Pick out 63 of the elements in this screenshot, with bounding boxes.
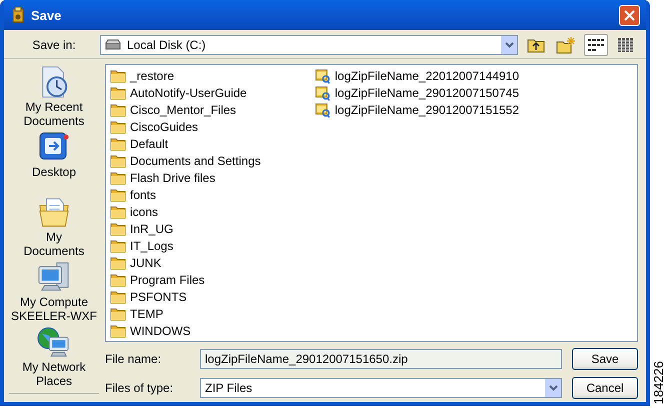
folder-name[interactable]: IT_Logs	[129, 238, 174, 252]
app-icon	[10, 6, 26, 24]
folder-name[interactable]: CiscoGuides	[129, 120, 200, 134]
folder-icon	[110, 120, 126, 134]
folder-name[interactable]: fonts	[129, 188, 158, 202]
details-view-icon	[617, 37, 635, 53]
folder-icon	[110, 238, 126, 252]
close-button[interactable]	[619, 4, 640, 26]
window-title: Save	[31, 8, 62, 22]
file-type-dropdown[interactable]: ZIP Files	[200, 378, 562, 398]
folder-icon	[110, 86, 126, 100]
folder-name[interactable]: Cisco_Mentor_Files	[129, 102, 238, 116]
place-item[interactable]: My Network Places	[9, 323, 99, 388]
file-name-label: File name:	[105, 352, 162, 366]
file-name[interactable]: logZipFileName_22012007144910	[334, 68, 520, 82]
folder-name[interactable]: Default	[129, 136, 170, 150]
folder-name[interactable]: WINDOWS	[129, 324, 192, 338]
save-button[interactable]: Save	[572, 348, 638, 370]
folder-name[interactable]: InR_UG	[129, 222, 174, 236]
file-type-label: Files of type:	[105, 381, 174, 395]
folder-name[interactable]: Flash Drive files	[129, 170, 216, 184]
folder-icon	[110, 136, 126, 150]
zip-file-icon	[315, 102, 331, 118]
save-in-dropdown[interactable]: Local Disk (C:)	[100, 35, 518, 55]
figure-number: 184226	[650, 360, 666, 404]
folder-name[interactable]: JUNK	[129, 256, 162, 270]
folder-icon	[110, 154, 126, 168]
folder-icon	[110, 188, 126, 202]
folder-icon	[110, 204, 126, 218]
zip-file-icon	[315, 84, 331, 100]
new-folder-button[interactable]	[554, 34, 578, 56]
folder-name[interactable]: TEMP	[129, 306, 164, 320]
view-menu-button[interactable]	[584, 34, 608, 56]
folder-icon	[110, 272, 126, 286]
place-item[interactable]: My Documents	[9, 193, 99, 258]
save-in-label: Save in:	[31, 38, 77, 52]
drive-icon	[104, 39, 122, 51]
folder-icon	[110, 256, 126, 270]
folder-icon	[110, 68, 126, 82]
up-folder-icon	[527, 37, 545, 53]
folder-icon	[110, 222, 126, 236]
folder-name[interactable]: AutoNotify-UserGuide	[129, 86, 248, 100]
folder-name[interactable]: Documents and Settings	[129, 154, 262, 168]
file-name[interactable]: logZipFileName_29012007150745	[334, 86, 520, 100]
cancel-button[interactable]: Cancel	[572, 377, 638, 399]
list-view-icon	[587, 37, 605, 53]
place-item[interactable]: My Recent Documents	[9, 63, 99, 128]
folder-name[interactable]: _restore	[129, 68, 176, 82]
folder-icon	[110, 102, 126, 116]
folder-name[interactable]: PSFONTS	[129, 290, 188, 304]
folder-icon	[110, 170, 126, 184]
folder-name[interactable]: Program Files	[129, 272, 206, 286]
new-folder-icon	[556, 36, 576, 54]
file-name[interactable]: logZipFileName_29012007151552	[334, 102, 520, 116]
folder-icon	[110, 290, 126, 304]
folder-name[interactable]: icons	[129, 204, 160, 218]
zip-file-icon	[315, 68, 331, 84]
place-item[interactable]: My Compute SKEELER-WXF	[9, 258, 99, 323]
folder-icon	[110, 306, 126, 320]
place-item[interactable]: Desktop	[9, 128, 99, 193]
close-icon	[624, 10, 635, 20]
folder-icon	[110, 324, 126, 338]
file-name-field[interactable]: logZipFileName_29012007151650.zip	[200, 349, 562, 369]
